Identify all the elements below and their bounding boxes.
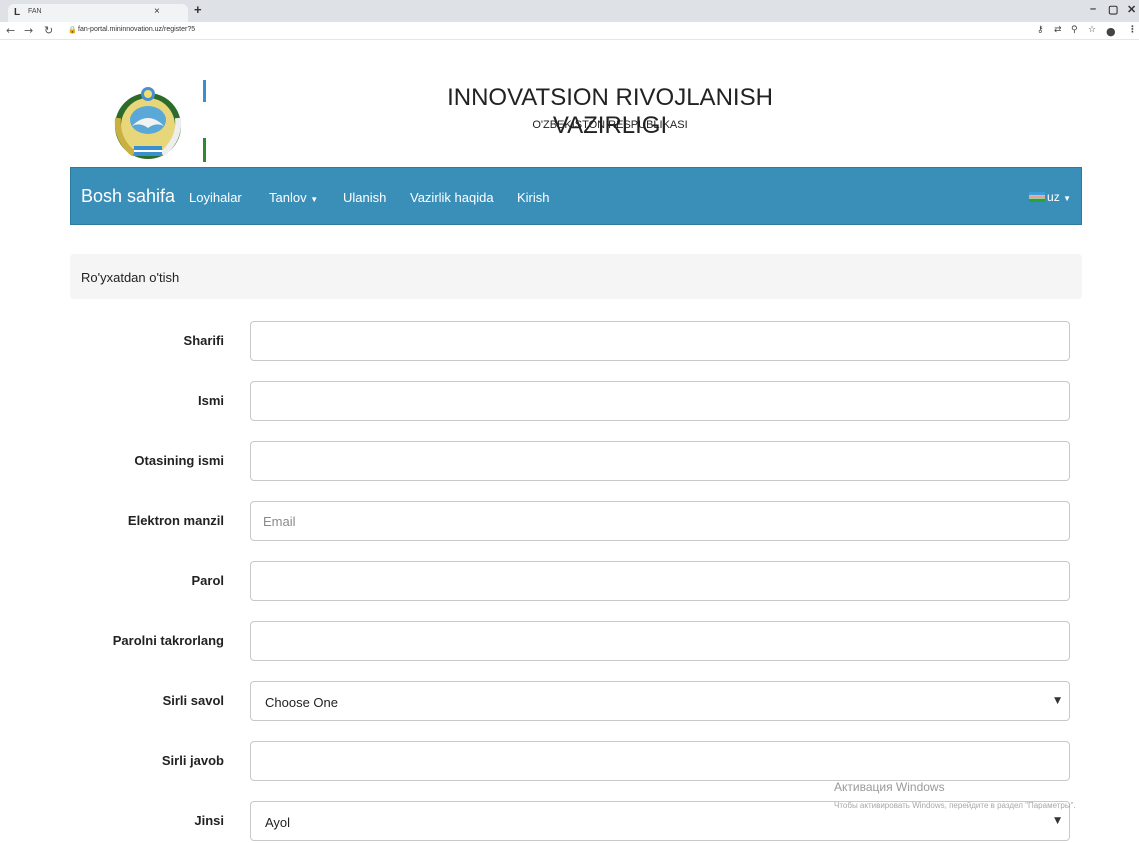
nav-item-ulanish[interactable]: Ulanish — [343, 190, 386, 205]
secret-question-select[interactable]: Choose One ▼ — [250, 681, 1070, 721]
form-row-sirli-javob: Sirli javob — [70, 741, 1082, 783]
country-subtitle: O'ZBEKISTON RESPUBLIKASI — [532, 119, 688, 131]
form-row-sharifi: Sharifi — [70, 321, 1082, 363]
field-label-ismi: Ismi — [197, 393, 224, 408]
uz-flag-icon — [1029, 192, 1046, 202]
new-tab-button[interactable]: + — [194, 2, 202, 17]
nav-brand-home[interactable]: Bosh sahifa — [81, 186, 175, 207]
field-label-otasining-ismi: Otasining ismi — [134, 453, 224, 468]
tab-close-icon[interactable]: × — [154, 6, 160, 17]
favicon-icon: L — [14, 7, 21, 18]
minimize-button[interactable]: – — [1090, 3, 1096, 15]
select-arrow-icon: ▼ — [1054, 696, 1061, 706]
language-switcher[interactable]: uz ▼ — [1029, 190, 1071, 204]
email-input[interactable] — [250, 501, 1070, 541]
nav-item-vazirlik-haqida[interactable]: Vazirlik haqida — [410, 190, 494, 205]
sharifi-input[interactable] — [250, 321, 1070, 361]
url-field[interactable]: fan-portal.mininnovation.uz/register?5 — [78, 26, 195, 33]
form-row-ismi: Ismi — [70, 381, 1082, 423]
field-label-sirli-javob: Sirli javob — [161, 753, 224, 768]
flag-bar-white — [203, 108, 206, 128]
bookmark-star-icon[interactable]: ☆ — [1088, 25, 1096, 35]
nav-item-loyihalar[interactable]: Loyihalar — [189, 190, 242, 205]
form-row-elektron-manzil: Elektron manzil — [70, 501, 1082, 543]
back-icon[interactable]: ← — [6, 24, 15, 37]
state-emblem-logo — [114, 87, 182, 159]
flag-bar-green — [203, 138, 206, 162]
otasining-ismi-input[interactable] — [250, 441, 1070, 481]
form-row-otasining-ismi: Otasining ismi — [70, 441, 1082, 483]
zoom-icon[interactable]: ⚲ — [1071, 25, 1078, 35]
field-label-parolni-takrorlang: Parolni takrorlang — [112, 633, 224, 648]
windows-activation-title: Активация Windows — [834, 780, 945, 794]
tab-title: FAN — [28, 8, 42, 15]
confirm-password-input[interactable] — [250, 621, 1070, 661]
caret-down-icon: ▼ — [310, 195, 319, 204]
flag-bar-blue — [203, 80, 206, 102]
key-icon[interactable]: ⚷ — [1037, 25, 1044, 35]
password-input[interactable] — [250, 561, 1070, 601]
caret-down-icon: ▼ — [1063, 194, 1071, 203]
secret-question-value: Choose One — [265, 695, 338, 710]
nav-item-tanlov[interactable]: Tanlov ▼ — [269, 190, 318, 205]
windows-activation-text: Чтобы активировать Windows, перейдите в … — [834, 801, 1076, 810]
select-arrow-icon: ▼ — [1054, 816, 1061, 826]
reload-icon[interactable]: ↻ — [44, 24, 53, 37]
secret-answer-input[interactable] — [250, 741, 1070, 781]
form-row-parolni-takrorlang: Parolni takrorlang — [70, 621, 1082, 663]
field-label-parol: Parol — [191, 573, 224, 588]
menu-icon[interactable]: ⋮ — [1128, 25, 1137, 35]
browser-tab[interactable]: L FAN × — [8, 4, 188, 22]
nav-item-tanlov-label: Tanlov — [269, 190, 307, 205]
ministry-title: INNOVATSION RIVOJLANISH VAZIRLIGI — [447, 84, 773, 139]
browser-tab-bar: L FAN × + – ▢ ✕ — [0, 0, 1139, 22]
breadcrumb-current: Ro'yxatdan o'tish — [81, 270, 180, 285]
breadcrumb: Ro'yxatdan o'tish — [70, 254, 1082, 299]
form-row-sirli-savol: Sirli savol Choose One ▼ — [70, 681, 1082, 723]
language-label: uz — [1047, 190, 1060, 204]
address-bar: ← → ↻ 🔒 fan-portal.mininnovation.uz/regi… — [0, 22, 1139, 40]
lock-icon: 🔒 — [68, 26, 77, 34]
maximize-button[interactable]: ▢ — [1108, 3, 1118, 16]
forward-icon[interactable]: → — [24, 24, 33, 37]
profile-icon[interactable]: ● — [1106, 25, 1116, 38]
form-row-parol: Parol — [70, 561, 1082, 603]
field-label-sharifi: Sharifi — [183, 333, 224, 348]
field-label-sirli-savol: Sirli savol — [162, 693, 224, 708]
field-label-elektron-manzil: Elektron manzil — [127, 513, 224, 528]
main-navbar: Bosh sahifa Loyihalar Tanlov ▼ Ulanish V… — [70, 167, 1082, 225]
close-window-button[interactable]: ✕ — [1127, 3, 1136, 16]
nav-item-kirish[interactable]: Kirish — [517, 190, 550, 205]
ismi-input[interactable] — [250, 381, 1070, 421]
gender-value: Ayol — [265, 815, 291, 830]
translate-icon[interactable]: ⇄ — [1054, 25, 1062, 35]
field-label-jinsi: Jinsi — [194, 813, 224, 828]
